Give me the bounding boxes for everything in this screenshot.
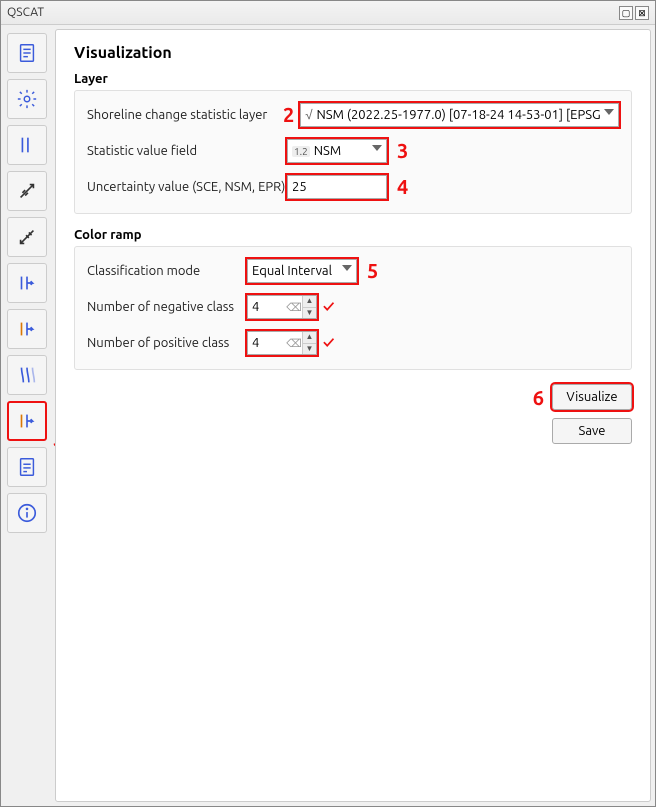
row-stat-layer: Shoreline change statistic layer 2 √ NSM… (87, 101, 619, 129)
tab-shoreline-change[interactable] (7, 217, 47, 257)
label-stat-field: Statistic value field (87, 144, 287, 158)
group-label-ramp: Color ramp (74, 228, 632, 242)
combo-stat-layer[interactable]: √ NSM (2022.25-1977.0) [07-18-24 14-53-0… (300, 103, 619, 127)
sidebar: 1 (5, 29, 51, 802)
spin-pos-value: 4 (248, 336, 286, 350)
combo-stat-layer-value: NSM (2022.25-1977.0) [07-18-24 14-53-01]… (316, 108, 600, 122)
spin-neg-class[interactable]: 4 ⌫ ▲▼ (247, 295, 317, 319)
spin-neg-value: 4 (248, 300, 286, 314)
input-uncertainty-value: 25 (292, 180, 307, 194)
callout-5: 5 (367, 261, 378, 281)
spinner-arrows[interactable]: ▲▼ (302, 332, 316, 354)
tab-area-change[interactable] (7, 263, 47, 303)
page-title: Visualization (74, 44, 632, 62)
check-icon: ✓ (323, 298, 334, 316)
chevron-down-icon (372, 145, 382, 151)
combo-class-mode-value: Equal Interval (252, 264, 332, 278)
line-layer-icon: √ (305, 108, 312, 122)
dock-button[interactable]: ▢ (619, 6, 633, 20)
clear-icon[interactable]: ⌫ (286, 337, 302, 350)
label-class-mode: Classification mode (87, 264, 247, 278)
spinner-arrows[interactable]: ▲▼ (302, 296, 316, 318)
check-icon: ✓ (323, 334, 334, 352)
tab-about[interactable] (7, 493, 47, 533)
tab-baseline[interactable] (7, 125, 47, 165)
row-uncertainty: Uncertainty value (SCE, NSM, EPR) 25 4 (87, 173, 619, 201)
callout-3: 3 (397, 141, 408, 161)
combo-class-mode[interactable]: Equal Interval (247, 259, 357, 283)
tab-smoothing[interactable] (7, 355, 47, 395)
callout-6: 6 (533, 386, 544, 409)
chevron-down-icon (604, 109, 614, 115)
numeric-field-icon: 1.2 (292, 146, 310, 157)
group-label-layer: Layer (74, 72, 632, 86)
spin-pos-class[interactable]: 4 ⌫ ▲▼ (247, 331, 317, 355)
group-layer: Shoreline change statistic layer 2 √ NSM… (74, 90, 632, 214)
tab-visualization[interactable] (7, 401, 47, 441)
row-pos-class: Number of positive class 4 ⌫ ▲▼ ✓ (87, 329, 619, 357)
window-title: QSCAT (7, 6, 617, 19)
input-uncertainty[interactable]: 25 (287, 175, 387, 199)
label-uncertainty: Uncertainty value (SCE, NSM, EPR) (87, 180, 287, 194)
label-pos-class: Number of positive class (87, 336, 247, 350)
combo-stat-field[interactable]: 1.2 NSM (287, 139, 387, 163)
visualize-button[interactable]: Visualize (552, 384, 632, 410)
main-panel: Visualization Layer Shoreline change sta… (55, 29, 651, 802)
callout-2: 2 (283, 105, 294, 125)
tab-transects[interactable] (7, 171, 47, 211)
close-button[interactable]: ⊠ (635, 6, 649, 20)
tab-summary[interactable] (7, 447, 47, 487)
button-bar: 6 Visualize Save (74, 384, 632, 444)
clear-icon[interactable]: ⌫ (286, 301, 302, 314)
row-stat-field: Statistic value field 1.2 NSM 3 (87, 137, 619, 165)
chevron-down-icon (342, 265, 352, 271)
row-neg-class: Number of negative class 4 ⌫ ▲▼ ✓ (87, 293, 619, 321)
row-class-mode: Classification mode Equal Interval 5 (87, 257, 619, 285)
titlebar: QSCAT ▢ ⊠ (1, 1, 655, 25)
tab-forecasting[interactable] (7, 309, 47, 349)
group-ramp: Classification mode Equal Interval 5 Num… (74, 246, 632, 370)
callout-4: 4 (397, 177, 408, 197)
label-neg-class: Number of negative class (87, 300, 247, 314)
tab-settings[interactable] (7, 79, 47, 119)
combo-stat-field-value: NSM (314, 144, 341, 158)
tab-project[interactable] (7, 33, 47, 73)
label-stat-layer: Shoreline change statistic layer (87, 108, 283, 122)
panel-body: 1 Visualization Layer Shoreline change s… (1, 25, 655, 806)
save-button[interactable]: Save (552, 418, 632, 444)
